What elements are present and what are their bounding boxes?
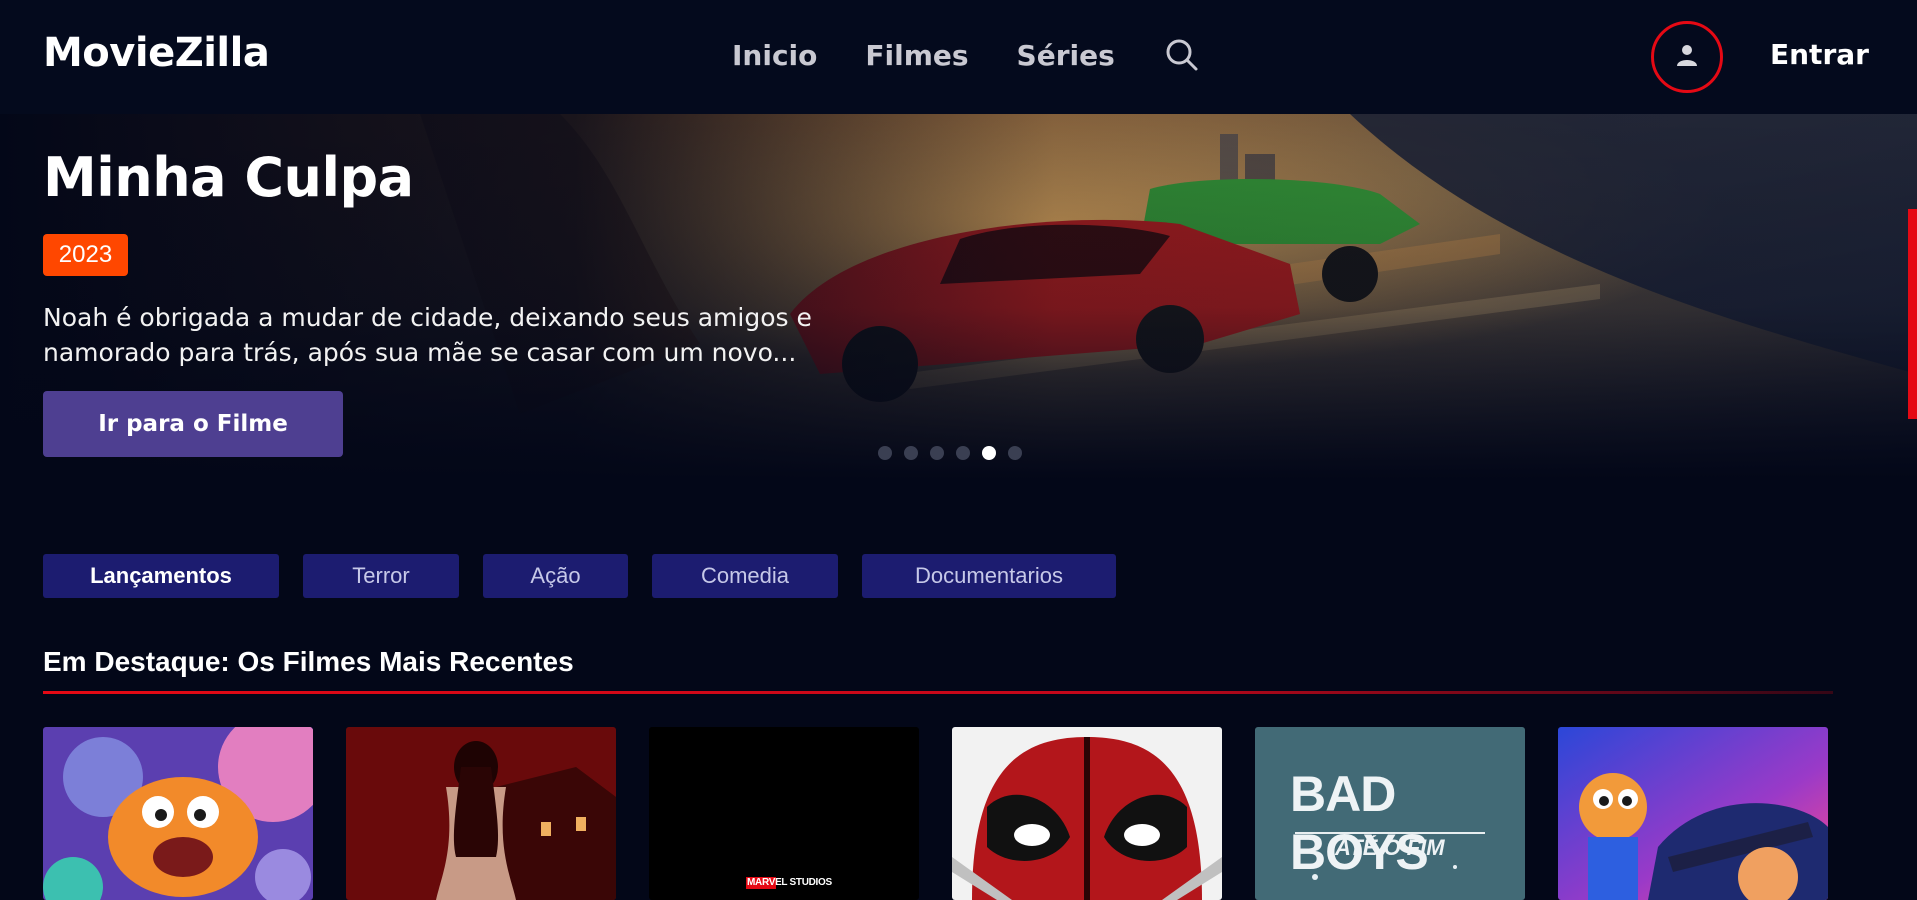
hero-year-badge: 2023: [43, 234, 128, 276]
go-to-movie-button[interactable]: Ir para o Filme: [43, 391, 343, 457]
movie-row: MARVEL STUDIOS BAD BOYS ATÉ O FIM: [43, 727, 1828, 900]
hero-scroll-indicator[interactable]: [1908, 209, 1917, 419]
movie-poster: [346, 727, 616, 900]
movie-card[interactable]: BAD BOYS ATÉ O FIM: [1255, 727, 1525, 900]
login-link[interactable]: Entrar: [1770, 38, 1869, 71]
movie-card[interactable]: [952, 727, 1222, 900]
hero-description-line: Noah é obrigada a mudar de cidade, deixa…: [43, 303, 812, 332]
category-tab-acao[interactable]: Ação: [483, 554, 628, 598]
carousel-dots: [878, 446, 1034, 460]
carousel-dot[interactable]: [956, 446, 970, 460]
nav-item-series[interactable]: Séries: [1017, 39, 1115, 72]
movie-card[interactable]: MARVEL STUDIOS: [649, 727, 919, 900]
main-nav: Inicio Filmes Séries: [732, 38, 1199, 72]
hero-description-line: namorado para trás, após sua mãe se casa…: [43, 338, 797, 367]
site-header: MovieZilla Inicio Filmes Séries Entrar: [0, 0, 1917, 114]
carousel-dot[interactable]: [1008, 446, 1022, 460]
carousel-dot[interactable]: [878, 446, 892, 460]
category-tabs: Lançamentos Terror Ação Comedia Document…: [43, 554, 1140, 598]
poster-title-text: MARVEL STUDIOS: [747, 877, 832, 888]
category-tab-comedia[interactable]: Comedia: [652, 554, 838, 598]
movie-poster: [649, 727, 919, 900]
movie-poster: [952, 727, 1222, 900]
nav-item-inicio[interactable]: Inicio: [732, 39, 817, 72]
hero-description: Noah é obrigada a mudar de cidade, deixa…: [43, 300, 843, 370]
search-icon[interactable]: [1165, 38, 1199, 72]
movie-poster: [1558, 727, 1828, 900]
movie-card[interactable]: [43, 727, 313, 900]
carousel-dot[interactable]: [930, 446, 944, 460]
movie-card[interactable]: [346, 727, 616, 900]
movie-card[interactable]: [1558, 727, 1828, 900]
carousel-dot[interactable]: [904, 446, 918, 460]
section-title: Em Destaque: Os Filmes Mais Recentes: [43, 646, 574, 677]
category-tab-terror[interactable]: Terror: [303, 554, 459, 598]
category-tab-documentarios[interactable]: Documentarios: [862, 554, 1116, 598]
category-tab-lancamentos[interactable]: Lançamentos: [43, 554, 279, 598]
hero-title: Minha Culpa: [43, 146, 414, 209]
user-icon: [1675, 43, 1699, 72]
carousel-dot-active[interactable]: [982, 446, 996, 460]
user-account-button[interactable]: [1651, 21, 1723, 93]
poster-title-text: BAD BOYS: [1290, 766, 1429, 880]
nav-item-filmes[interactable]: Filmes: [865, 39, 968, 72]
site-logo[interactable]: MovieZilla: [43, 30, 270, 76]
movie-poster: [43, 727, 313, 900]
poster-subtitle-text: ATÉ O FIM: [1335, 835, 1445, 860]
section-divider: [43, 691, 1833, 694]
hero-banner: Minha Culpa 2023 Noah é obrigada a mudar…: [0, 114, 1917, 544]
